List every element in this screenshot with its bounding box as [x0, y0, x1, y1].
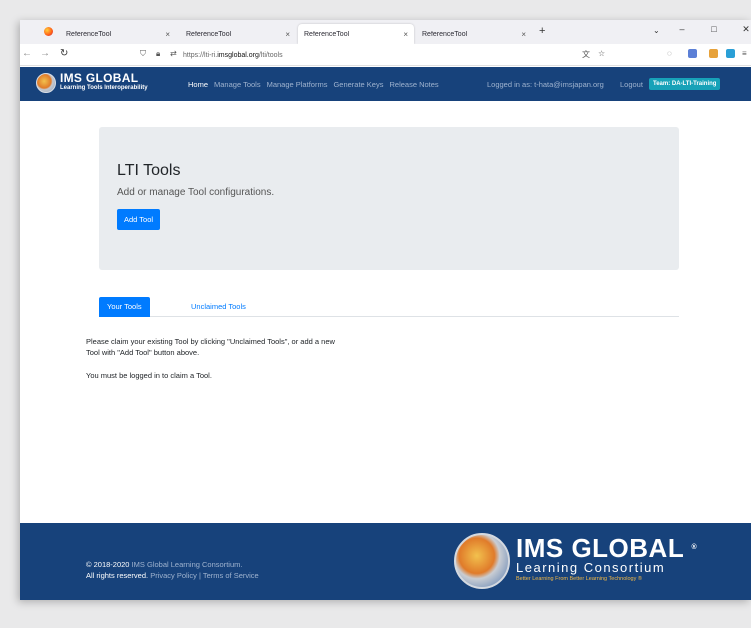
- claim-instructions: Please claim your existing Tool by click…: [86, 336, 386, 358]
- logo-subtitle: Learning Tools Interoperability: [60, 85, 148, 91]
- browser-tab-1[interactable]: ReferenceTool ×: [60, 24, 176, 44]
- footer-brand-title: IMS GLOBAL ®: [516, 535, 697, 561]
- browser-window: ReferenceTool × ReferenceTool × Referenc…: [20, 20, 751, 600]
- claim-line-2: Tool with "Add Tool" button above.: [86, 348, 200, 357]
- extension-icon[interactable]: [726, 49, 735, 58]
- copyright-prefix: © 2018-2020: [86, 560, 132, 569]
- pocket-icon[interactable]: ◌: [667, 49, 672, 58]
- minimize-button[interactable]: –: [677, 24, 687, 35]
- maximize-button[interactable]: □: [709, 24, 719, 35]
- footer-tagline: Better Learning From Better Learning Tec…: [516, 576, 642, 582]
- jumbotron: LTI Tools Add or manage Tool configurati…: [99, 127, 679, 270]
- nav-home[interactable]: Home: [188, 80, 208, 89]
- nav-manage-platforms[interactable]: Manage Platforms: [267, 80, 328, 89]
- firefox-icon[interactable]: [44, 27, 53, 36]
- main-nav: Home Manage Tools Manage Platforms Gener…: [188, 80, 445, 89]
- bookmark-star-icon[interactable]: ☆: [598, 49, 605, 58]
- ims-logo[interactable]: IMS GLOBAL Learning Tools Interoperabili…: [60, 72, 148, 92]
- forward-icon[interactable]: →: [40, 48, 50, 59]
- nav-release-notes[interactable]: Release Notes: [389, 80, 438, 89]
- url-domain: imsglobal.org: [217, 51, 259, 59]
- team-badge[interactable]: Team: DA-LTI-Training: [649, 78, 721, 90]
- window-controls: – □ ✕: [677, 24, 751, 35]
- login-info: Logged in as: t-hata@imsjapan.org: [487, 80, 604, 89]
- tab-unclaimed-tools[interactable]: Unclaimed Tools: [183, 297, 254, 317]
- close-window-button[interactable]: ✕: [741, 24, 751, 35]
- logout-link[interactable]: Logout: [620, 80, 643, 89]
- tab-your-tools[interactable]: Your Tools: [99, 297, 150, 317]
- footer-brand: IMS GLOBAL ® Learning Consortium Better …: [516, 535, 697, 583]
- extension-icon[interactable]: [709, 49, 718, 58]
- copyright-line: © 2018-2020 IMS Global Learning Consorti…: [86, 559, 259, 570]
- page-title: LTI Tools: [117, 162, 181, 179]
- privacy-policy-link[interactable]: Privacy Policy: [150, 571, 197, 580]
- lock-icon[interactable]: 🔒︎: [156, 49, 160, 59]
- nav-manage-tools[interactable]: Manage Tools: [214, 80, 261, 89]
- app-header: IMS GLOBAL Learning Tools Interoperabili…: [20, 67, 751, 101]
- url-prefix: https://lti-ri.: [183, 51, 218, 59]
- rights-line: All rights reserved. Privacy Policy | Te…: [86, 570, 259, 581]
- terms-of-service-link[interactable]: Terms of Service: [203, 571, 259, 580]
- footer-brand-subtitle: Learning Consortium: [516, 560, 666, 575]
- translate-icon[interactable]: 文: [582, 49, 590, 60]
- navigation-bar: ← → ↻ ⛉ 🔒︎ ⇄ https://lti-ri. imsglobal.or…: [20, 44, 751, 66]
- tools-tabs: Your Tools Unclaimed Tools: [99, 297, 679, 317]
- add-tool-button[interactable]: Add Tool: [117, 209, 161, 230]
- url-path: /lti/tools: [258, 51, 283, 59]
- shield-icon[interactable]: ⛉: [140, 49, 146, 59]
- ims-org-link[interactable]: IMS Global Learning Consortium.: [132, 560, 243, 569]
- back-icon[interactable]: ←: [22, 48, 32, 59]
- page-lead: Add or manage Tool configurations.: [117, 187, 275, 198]
- tab-title: ReferenceTool: [186, 30, 232, 38]
- translate-extension-icon[interactable]: [688, 49, 697, 58]
- registered-mark: ®: [691, 544, 698, 551]
- tab-title: ReferenceTool: [422, 30, 468, 38]
- browser-tab-4[interactable]: ReferenceTool ×: [416, 24, 532, 44]
- tab-strip: ReferenceTool × ReferenceTool × Referenc…: [20, 20, 751, 44]
- browser-tab-3-active[interactable]: ReferenceTool ×: [298, 24, 414, 44]
- close-icon[interactable]: ×: [521, 30, 526, 39]
- ims-globe-logo-icon[interactable]: [36, 73, 56, 93]
- footer-copyright: © 2018-2020 IMS Global Learning Consorti…: [86, 559, 259, 581]
- tab-title: ReferenceTool: [66, 30, 112, 38]
- close-icon[interactable]: ×: [285, 30, 290, 39]
- browser-tab-2[interactable]: ReferenceTool ×: [180, 24, 296, 44]
- logo-title: IMS GLOBAL: [60, 71, 139, 85]
- permissions-icon[interactable]: ⇄: [170, 49, 177, 58]
- login-required-message: You must be logged in to claim a Tool.: [86, 371, 212, 380]
- ims-globe-footer-icon: [454, 533, 510, 589]
- chevron-down-icon[interactable]: ⌄: [653, 26, 660, 35]
- close-icon[interactable]: ×: [403, 30, 408, 39]
- new-tab-button[interactable]: +: [539, 25, 545, 37]
- menu-icon[interactable]: ≡: [742, 49, 747, 58]
- reload-icon[interactable]: ↻: [60, 48, 68, 59]
- tab-title: ReferenceTool: [304, 30, 350, 38]
- nav-generate-keys[interactable]: Generate Keys: [333, 80, 383, 89]
- footer: © 2018-2020 IMS Global Learning Consorti…: [20, 523, 751, 600]
- address-bar[interactable]: https://lti-ri. imsglobal.org/lti/tools: [183, 47, 593, 63]
- close-icon[interactable]: ×: [165, 30, 170, 39]
- rights-prefix: All rights reserved.: [86, 571, 151, 580]
- footer-brand-name: IMS GLOBAL: [516, 533, 684, 563]
- claim-line-1: Please claim your existing Tool by click…: [86, 337, 335, 346]
